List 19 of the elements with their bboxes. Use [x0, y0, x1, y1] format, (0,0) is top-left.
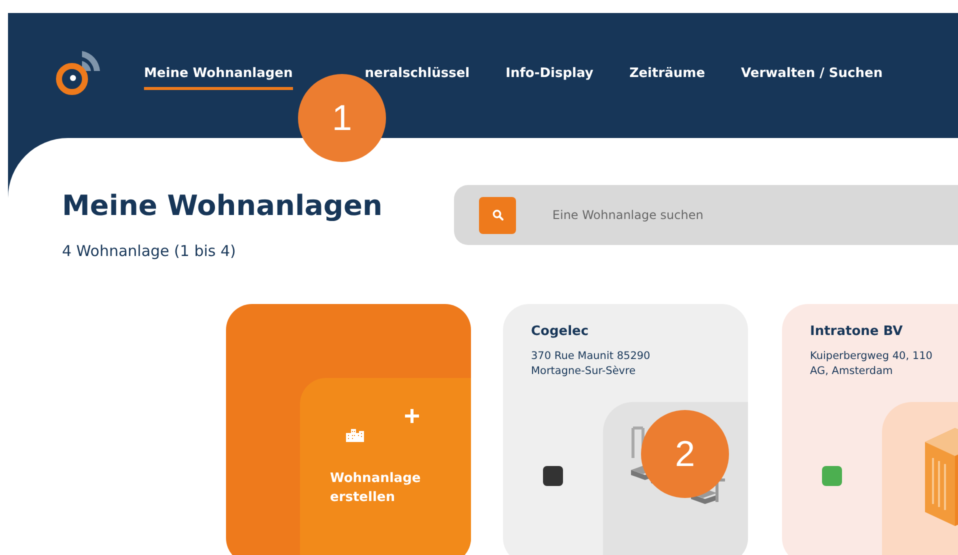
- page-title: Meine Wohnanlagen: [62, 189, 382, 222]
- nav-tab[interactable]: Zeiträume: [629, 66, 706, 80]
- residence-card[interactable]: Intratone BV Kuiperbergweg 40, 110 AG, Amsterdam: [782, 304, 958, 555]
- nav-tab[interactable]: Meine Wohnanlagen: [144, 66, 293, 90]
- search-field[interactable]: Eine Wohnanlage suchen: [454, 185, 958, 245]
- result-count: 4 Wohnanlage (1 bis 4): [62, 242, 237, 260]
- search-input[interactable]: Eine Wohnanlage suchen: [550, 207, 854, 223]
- residence-name: Cogelec: [531, 324, 590, 339]
- residence-address: 370 Rue Maunit 85290 Mortagne-Sur-Sèvre: [531, 349, 652, 380]
- plus-icon: [404, 408, 420, 424]
- search-icon: [492, 209, 504, 221]
- nav-tab[interactable]: Info-Display: [506, 66, 594, 80]
- create-label: Wohnanlage erstellen: [330, 470, 422, 507]
- residence-name: Intratone BV: [810, 324, 904, 339]
- residence-address: AG, Amsterdam: [810, 364, 894, 380]
- residence-address: Kuiperbergweg 40, 110: [810, 349, 934, 364]
- nav-tab[interactable]: Verwalten / Suchen: [741, 66, 883, 80]
- buildings-icon: [346, 428, 364, 442]
- search-button[interactable]: [479, 196, 516, 234]
